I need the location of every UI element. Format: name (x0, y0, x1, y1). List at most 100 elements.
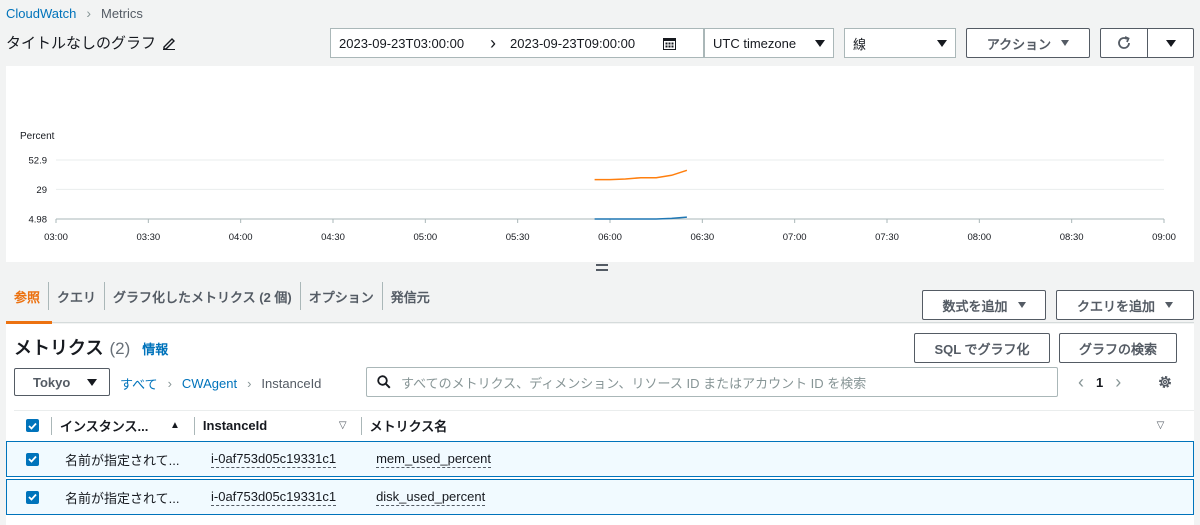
gear-icon[interactable] (1157, 374, 1173, 390)
breadcrumb-cloudwatch-link[interactable]: CloudWatch (6, 6, 76, 21)
column-divider (193, 416, 195, 435)
row-checkbox[interactable] (26, 452, 39, 466)
graph-type-value: 線 (853, 36, 867, 52)
y-tick-label: 4.98 (29, 215, 48, 226)
graph-with-sql-label: SQL でグラフ化 (934, 341, 1030, 357)
timezone-select[interactable]: UTC timezone (704, 28, 834, 58)
metric-name-cell[interactable]: mem_used_percent (376, 451, 491, 468)
x-tick-label: 07:30 (875, 232, 899, 243)
tab-query[interactable]: クエリ (49, 282, 106, 310)
graph-type-select[interactable]: 線 (844, 28, 956, 58)
x-tick-label: 09:00 (1152, 232, 1176, 243)
col-instance-name[interactable]: インスタンス... (60, 416, 168, 435)
pagination: ‹ 1 › (1078, 372, 1121, 393)
page-title: タイトルなしのグラフ (6, 32, 176, 53)
tab-options[interactable]: オプション (301, 282, 383, 310)
metrics-breadcrumb: すべて › CWAgent › InstanceId (120, 374, 321, 393)
timezone-value: UTC timezone (713, 35, 797, 51)
caret-down-icon (815, 39, 825, 47)
y-tick-label: 52.9 (29, 156, 48, 167)
metrics-heading: メトリクス (2) 情報 (14, 334, 168, 360)
chevron-right-icon: › (167, 376, 172, 391)
sort-asc-icon[interactable]: ▲ (170, 420, 180, 431)
chevron-right-icon: › (86, 5, 91, 21)
refresh-options-button[interactable] (1147, 28, 1194, 58)
sort-icon[interactable]: ▽ (339, 420, 347, 431)
instance-id-cell[interactable]: i-0af753d05c19331c1 (211, 489, 337, 506)
col-metric-name[interactable]: メトリクス名 (370, 416, 1157, 435)
x-tick-label: 04:00 (229, 232, 253, 243)
end-time: 2023-09-23T09:00:00 (510, 35, 636, 51)
info-link[interactable]: 情報 (142, 339, 168, 358)
add-math-label: 数式を追加 (942, 298, 1008, 314)
table-header: インスタンス... ▲ InstanceId ▽ メトリクス名 ▽ (14, 410, 1194, 440)
chart-panel: Percent 52.9 29 4.98 03:00 03:30 04:00 04:30 05:… (6, 66, 1194, 262)
add-math-button[interactable]: 数式を追加 (922, 290, 1046, 320)
metrics-panel: メトリクス (2) 情報 SQL でグラフ化 グラフの検索 Tokyo すべて … (6, 324, 1194, 525)
pencil-icon[interactable] (162, 36, 176, 50)
x-tick-label: 05:30 (506, 232, 530, 243)
graph-search-label: グラフの検索 (1078, 341, 1157, 357)
series-line-2 (594, 216, 687, 220)
caret-down-icon (1061, 40, 1070, 46)
caret-down-icon (1165, 39, 1176, 47)
caret-down-icon (1165, 302, 1173, 308)
tab-browse[interactable]: 参照 (6, 282, 50, 310)
select-all-checkbox[interactable] (26, 419, 39, 432)
metric-name-cell[interactable]: disk_used_percent (376, 489, 486, 506)
graph-search-button[interactable]: グラフの検索 (1059, 333, 1177, 363)
search-icon (377, 375, 391, 389)
tab-bar: 参照 クエリ グラフ化したメトリクス (2 個) オプション 発信元 (6, 281, 438, 311)
table-row[interactable]: 名前が指定されて... i-0af753d05c19331c1 mem_used… (6, 441, 1194, 477)
search-placeholder: すべてのメトリクス、ディメンション、リソース ID またはアカウント ID を検… (401, 375, 867, 391)
prev-page-icon[interactable]: ‹ (1078, 372, 1084, 393)
calendar-icon[interactable] (663, 37, 677, 50)
tab-graphed-metrics[interactable]: グラフ化したメトリクス (2 個) (105, 282, 301, 310)
actions-label: アクション (986, 36, 1052, 52)
sort-icon[interactable]: ▽ (1157, 420, 1165, 431)
crumb-namespace[interactable]: CWAgent (182, 376, 237, 391)
start-time: 2023-09-23T03:00:00 (339, 35, 465, 51)
x-tick-label: 03:30 (136, 232, 160, 243)
x-tick-label: 06:00 (598, 232, 622, 243)
col-instance-id[interactable]: InstanceId (203, 418, 339, 433)
x-tick-label: 04:30 (321, 232, 345, 243)
tab-divider (6, 322, 1194, 323)
region-select[interactable]: Tokyo (14, 368, 110, 396)
graph-with-sql-button[interactable]: SQL でグラフ化 (914, 333, 1050, 363)
x-tick-label: 03:00 (44, 232, 68, 243)
instance-id-cell[interactable]: i-0af753d05c19331c1 (211, 451, 337, 468)
x-tick-label: 06:30 (690, 232, 714, 243)
actions-button[interactable]: アクション (966, 28, 1090, 58)
time-range-picker[interactable]: 2023-09-23T03:00:00 › 2023-09-23T09:00:0… (330, 28, 704, 58)
metrics-title: メトリクス (14, 338, 104, 358)
x-tick-label: 08:00 (967, 232, 991, 243)
next-page-icon[interactable]: › (1115, 372, 1121, 393)
crumb-dimension: InstanceId (261, 376, 322, 391)
series-line-1 (594, 169, 688, 181)
region-value: Tokyo (33, 374, 71, 390)
resize-handle-icon[interactable] (596, 264, 608, 274)
caret-down-icon (87, 378, 97, 386)
caret-down-icon (1017, 302, 1026, 308)
page-number[interactable]: 1 (1096, 375, 1103, 390)
table-row[interactable]: 名前が指定されて... i-0af753d05c19331c1 disk_use… (6, 479, 1194, 515)
caret-down-icon (937, 39, 947, 47)
x-tick-label: 07:00 (783, 232, 807, 243)
instance-name-cell: 名前が指定されて... (65, 452, 180, 468)
x-tick-label: 08:30 (1060, 232, 1084, 243)
tab-source[interactable]: 発信元 (383, 282, 438, 310)
add-query-button[interactable]: クエリを追加 (1056, 290, 1194, 320)
chevron-right-icon: › (490, 32, 497, 53)
column-divider (360, 416, 362, 435)
metrics-search-input[interactable]: すべてのメトリクス、ディメンション、リソース ID またはアカウント ID を検… (366, 367, 1058, 397)
instance-name-cell: 名前が指定されて... (65, 490, 180, 506)
crumb-all[interactable]: すべて (120, 374, 158, 393)
graph-title: タイトルなしのグラフ (6, 35, 157, 52)
refresh-button[interactable] (1100, 28, 1148, 58)
row-checkbox[interactable] (26, 490, 39, 504)
y-axis-label: Percent (20, 131, 55, 142)
column-divider (51, 416, 52, 435)
breadcrumb: CloudWatch › Metrics (6, 4, 143, 22)
breadcrumb-current: Metrics (101, 5, 143, 21)
